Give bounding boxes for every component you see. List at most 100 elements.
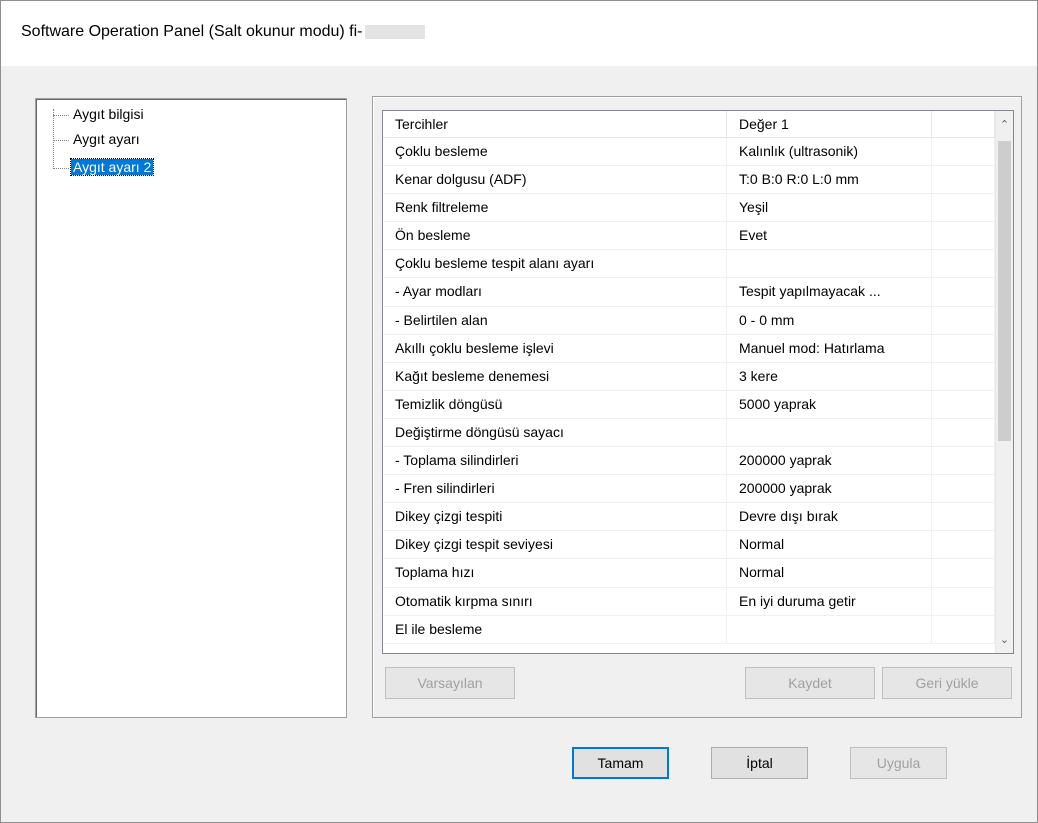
tree-item-label: Aygıt ayarı — [73, 131, 140, 147]
empty-cell — [932, 615, 995, 643]
settings-tree[interactable]: Aygıt bilgisi Aygıt ayarı Aygıt ayarı 2 — [35, 98, 347, 718]
table-row[interactable]: Dikey çizgi tespiti Devre dışı bırak — [383, 503, 995, 532]
save-button[interactable]: Kaydet — [745, 667, 875, 699]
preference-name-cell: Akıllı çoklu besleme işlevi — [383, 334, 727, 362]
chevron-up-icon[interactable]: ⌃ — [996, 117, 1013, 134]
table-row[interactable]: - Fren silindirleri 200000 yaprak — [383, 475, 995, 504]
table-row[interactable]: Çoklu besleme Kalınlık (ultrasonik) — [383, 138, 995, 167]
table-row[interactable]: Akıllı çoklu besleme işlevi Manuel mod: H… — [383, 334, 995, 363]
empty-cell — [932, 278, 995, 306]
defaults-button[interactable]: Varsayılan — [385, 667, 515, 699]
title-bar: Software Operation Panel (Salt okunur mo… — [1, 1, 1037, 66]
preference-value-cell: 5000 yaprak — [727, 390, 932, 418]
tree-item-device-info[interactable]: Aygıt bilgisi — [53, 104, 146, 124]
tree-item-device-settings-2[interactable]: Aygıt ayarı 2 — [53, 157, 155, 177]
empty-cell — [932, 194, 995, 222]
preference-value-cell: Manuel mod: Hatırlama — [727, 334, 932, 362]
preference-value-cell — [727, 615, 932, 643]
preference-name-cell: El ile besleme — [383, 615, 727, 643]
preference-name-cell: Kağıt besleme denemesi — [383, 362, 727, 390]
preference-value-cell: T:0 B:0 R:0 L:0 mm — [727, 166, 932, 194]
tree-branch — [53, 167, 69, 169]
preference-value-cell: Normal — [727, 531, 932, 559]
table-row[interactable]: - Toplama silindirleri 200000 yaprak — [383, 447, 995, 476]
empty-cell — [932, 559, 995, 587]
preference-value-cell: Normal — [727, 559, 932, 587]
table-row[interactable]: Renk filtreleme Yeşil — [383, 194, 995, 223]
tree-branch — [53, 114, 69, 116]
empty-cell — [932, 390, 995, 418]
table-row[interactable]: - Belirtilen alan 0 - 0 mm — [383, 306, 995, 335]
empty-cell — [932, 306, 995, 334]
preference-value-cell: Evet — [727, 222, 932, 250]
preference-name-cell: Renk filtreleme — [383, 194, 727, 222]
preference-name-cell: Çoklu besleme — [383, 138, 727, 166]
empty-cell — [932, 587, 995, 615]
preference-value-cell: Kalınlık (ultrasonik) — [727, 138, 932, 166]
table-row[interactable]: El ile besleme — [383, 615, 995, 644]
tree-item-label: Aygıt ayarı 2 — [69, 158, 155, 176]
preference-value-cell — [727, 418, 932, 447]
empty-cell — [932, 222, 995, 250]
empty-cell — [932, 166, 995, 194]
empty-cell — [932, 362, 995, 390]
table-row[interactable]: Kenar dolgusu (ADF) T:0 B:0 R:0 L:0 mm — [383, 166, 995, 195]
preference-value-cell: Tespit yapılmayacak ... — [727, 278, 932, 306]
table-row[interactable]: - Ayar modları Tespit yapılmayacak ... — [383, 278, 995, 307]
window-title-text: Software Operation Panel (Salt okunur mo… — [21, 23, 363, 40]
table-row[interactable]: Temizlik döngüsü 5000 yaprak — [383, 390, 995, 419]
preference-name-cell: - Ayar modları — [383, 278, 727, 306]
column-header-preferences[interactable]: Tercihler — [383, 111, 727, 137]
preference-name-cell: Değiştirme döngüsü sayacı — [383, 418, 727, 447]
tree-item-device-settings[interactable]: Aygıt ayarı — [53, 129, 142, 149]
empty-cell — [932, 475, 995, 503]
list-body: Çoklu besleme Kalınlık (ultrasonik) Kenar … — [383, 138, 995, 644]
empty-cell — [932, 334, 995, 362]
empty-cell — [932, 138, 995, 166]
restore-button[interactable]: Geri yükle — [882, 667, 1012, 699]
preference-value-cell: 3 kere — [727, 362, 932, 390]
preference-name-cell: Kenar dolgusu (ADF) — [383, 166, 727, 194]
preference-value-cell — [727, 250, 932, 278]
empty-cell — [932, 531, 995, 559]
preference-name-cell: - Toplama silindirleri — [383, 447, 727, 475]
tree-item-label: Aygıt bilgisi — [73, 106, 144, 122]
preference-value-cell: 200000 yaprak — [727, 447, 932, 475]
table-row[interactable]: Çoklu besleme tespit alanı ayarı — [383, 250, 995, 279]
preference-name-cell: - Fren silindirleri — [383, 475, 727, 503]
column-header-empty[interactable] — [932, 111, 995, 137]
empty-cell — [932, 503, 995, 531]
preference-name-cell: - Belirtilen alan — [383, 306, 727, 334]
chevron-down-icon[interactable]: ⌄ — [996, 632, 1013, 649]
table-row[interactable]: Dikey çizgi tespit seviyesi Normal — [383, 531, 995, 560]
preference-name-cell: Çoklu besleme tespit alanı ayarı — [383, 250, 727, 278]
table-row[interactable]: Kağıt besleme denemesi 3 kere — [383, 362, 995, 391]
column-header-value[interactable]: Değer 1 — [727, 111, 932, 137]
apply-button[interactable]: Uygula — [850, 747, 947, 779]
table-row[interactable]: Toplama hızı Normal — [383, 559, 995, 588]
preference-name-cell: Dikey çizgi tespit seviyesi — [383, 531, 727, 559]
empty-cell — [932, 250, 995, 278]
tree-branch — [53, 139, 69, 141]
preference-name-cell: Ön besleme — [383, 222, 727, 250]
ok-button[interactable]: Tamam — [572, 747, 669, 779]
preference-value-cell: 0 - 0 mm — [727, 306, 932, 334]
table-row[interactable]: Ön besleme Evet — [383, 222, 995, 251]
preference-value-cell: Yeşil — [727, 194, 932, 222]
table-row[interactable]: Otomatik kırpma sınırı En iyi duruma geti… — [383, 587, 995, 616]
list-header: Tercihler Değer 1 — [383, 111, 995, 138]
window-title: Software Operation Panel (Salt okunur mo… — [21, 23, 425, 41]
preference-value-cell: Devre dışı bırak — [727, 503, 932, 531]
table-row[interactable]: Değiştirme döngüsü sayacı — [383, 418, 995, 448]
preference-name-cell: Temizlik döngüsü — [383, 390, 727, 418]
scrollbar-thumb[interactable] — [998, 141, 1011, 441]
preference-name-cell: Dikey çizgi tespiti — [383, 503, 727, 531]
preference-name-cell: Otomatik kırpma sınırı — [383, 587, 727, 615]
redacted-model-block — [364, 24, 425, 39]
empty-cell — [932, 418, 995, 447]
vertical-scrollbar[interactable]: ⌃ ⌄ — [995, 111, 1013, 653]
cancel-button[interactable]: İptal — [711, 747, 808, 779]
preferences-list[interactable]: Tercihler Değer 1 Çoklu besleme Kalınlık … — [382, 110, 1014, 654]
preference-value-cell: En iyi duruma getir — [727, 587, 932, 615]
preference-value-cell: 200000 yaprak — [727, 475, 932, 503]
